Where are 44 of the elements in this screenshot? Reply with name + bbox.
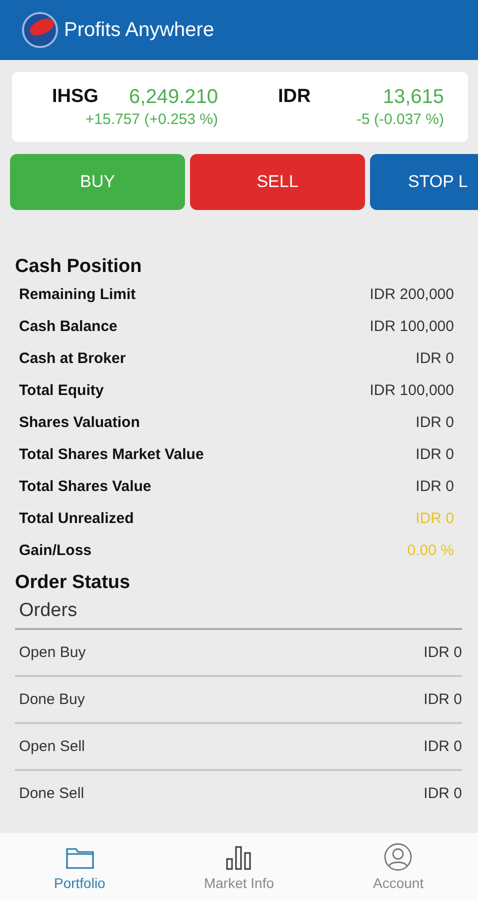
sell-button[interactable]: SELL	[190, 154, 365, 210]
row-value: IDR 100,000	[370, 318, 454, 334]
nav-tab[interactable]: Market Info	[159, 833, 319, 900]
row-value: IDR 0	[424, 785, 462, 802]
orders-subtitle: Orders	[15, 594, 462, 630]
row-label: Done Buy	[19, 691, 85, 708]
nav-tab[interactable]: Portfolio	[0, 833, 160, 900]
account-icon	[383, 842, 414, 870]
row-label: Total Shares Market Value	[19, 446, 204, 462]
row-value: IDR 0	[416, 510, 454, 526]
row-label: Cash Balance	[19, 318, 118, 334]
row-label: Total Equity	[19, 382, 104, 398]
ticker-change: +15.757 (+0.253 %)	[84, 111, 218, 128]
stop-button[interactable]: STOP L	[370, 154, 478, 210]
row-value: IDR 0	[416, 350, 454, 366]
ticker-value: 13,615	[382, 86, 444, 109]
row-label: Gain/Loss	[19, 542, 92, 558]
row-value: IDR 0	[416, 478, 454, 494]
app-title: Profits Anywhere	[64, 18, 214, 42]
section-title: Order Status	[15, 572, 132, 594]
row-label: Remaining Limit	[19, 286, 136, 302]
row-label: Cash at Broker	[19, 350, 126, 366]
row-value: IDR 100,000	[370, 382, 454, 398]
row-label: Open Buy	[19, 644, 86, 661]
row-label: Shares Valuation	[19, 414, 140, 430]
buy-button[interactable]: BUY	[10, 154, 185, 210]
ticker-change: -5 (-0.037 %)	[355, 111, 444, 128]
row-label: Total Shares Value	[19, 478, 152, 494]
logo-icon	[20, 10, 60, 50]
ticker-symbol: IHSG	[52, 86, 98, 109]
nav-tab[interactable]: Account	[318, 833, 478, 900]
ticker-symbol: IDR	[278, 86, 311, 109]
row-value: IDR 0	[424, 644, 462, 661]
row-label: Total Unrealized	[19, 510, 134, 526]
row-value: IDR 0	[416, 446, 454, 462]
row-value: IDR 200,000	[370, 286, 454, 302]
ticker-value: 6,249.210	[128, 86, 218, 109]
row-value: IDR 0	[424, 738, 462, 755]
section-title: Cash Position	[15, 256, 143, 278]
row-label: Done Sell	[19, 785, 84, 802]
row-label: Open Sell	[19, 738, 85, 755]
row-value: 0.00 %	[407, 542, 454, 558]
row-value: IDR 0	[424, 691, 462, 708]
row-value: IDR 0	[416, 414, 454, 430]
